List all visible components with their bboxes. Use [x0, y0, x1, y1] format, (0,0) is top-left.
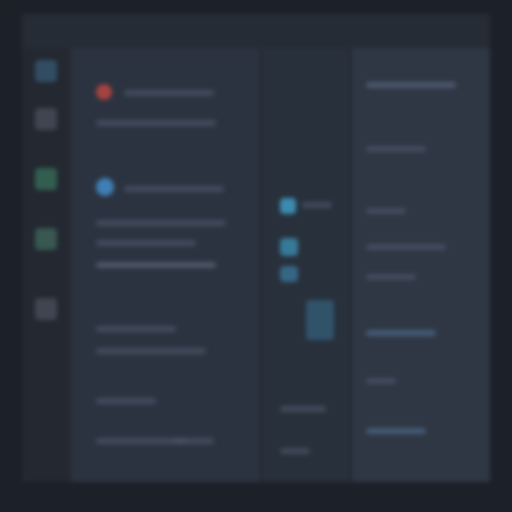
list-item[interactable]: [96, 220, 226, 226]
list-item[interactable]: [96, 438, 186, 444]
editor-frame: [22, 14, 490, 482]
accent-block: [280, 266, 298, 282]
list-item[interactable]: [366, 244, 446, 250]
list-item[interactable]: [124, 90, 214, 96]
details-panel: [352, 48, 490, 482]
list-item[interactable]: [280, 448, 310, 454]
list-item[interactable]: [366, 208, 406, 214]
list-item[interactable]: [366, 428, 426, 434]
accent-block: [280, 198, 296, 214]
middle-panel: [262, 48, 350, 482]
app-window: [0, 0, 512, 512]
list-item[interactable]: [366, 378, 396, 384]
list-item[interactable]: [96, 326, 176, 332]
list-item[interactable]: [366, 274, 416, 280]
list-item[interactable]: [124, 186, 224, 192]
list-item[interactable]: [96, 120, 216, 126]
files-icon[interactable]: [35, 60, 57, 82]
title-bar: [22, 14, 490, 48]
extensions-icon[interactable]: [35, 298, 57, 320]
list-item[interactable]: [96, 398, 156, 404]
list-item[interactable]: [366, 82, 456, 88]
list-item[interactable]: [96, 348, 206, 354]
list-item[interactable]: [96, 262, 216, 268]
status-dot-blue: [96, 178, 114, 196]
accent-block: [280, 238, 298, 256]
status-dot-red: [96, 84, 112, 100]
list-item[interactable]: [366, 146, 426, 152]
search-icon[interactable]: [35, 108, 57, 130]
list-item[interactable]: [174, 438, 214, 444]
debug-icon[interactable]: [35, 228, 57, 250]
activity-bar: [22, 48, 70, 482]
list-item[interactable]: [96, 240, 196, 246]
list-item[interactable]: [302, 202, 332, 208]
list-item[interactable]: [280, 406, 326, 412]
sidebar-panel: [74, 48, 262, 482]
source-control-icon[interactable]: [35, 168, 57, 190]
list-item[interactable]: [366, 330, 436, 336]
accent-block: [306, 300, 334, 340]
